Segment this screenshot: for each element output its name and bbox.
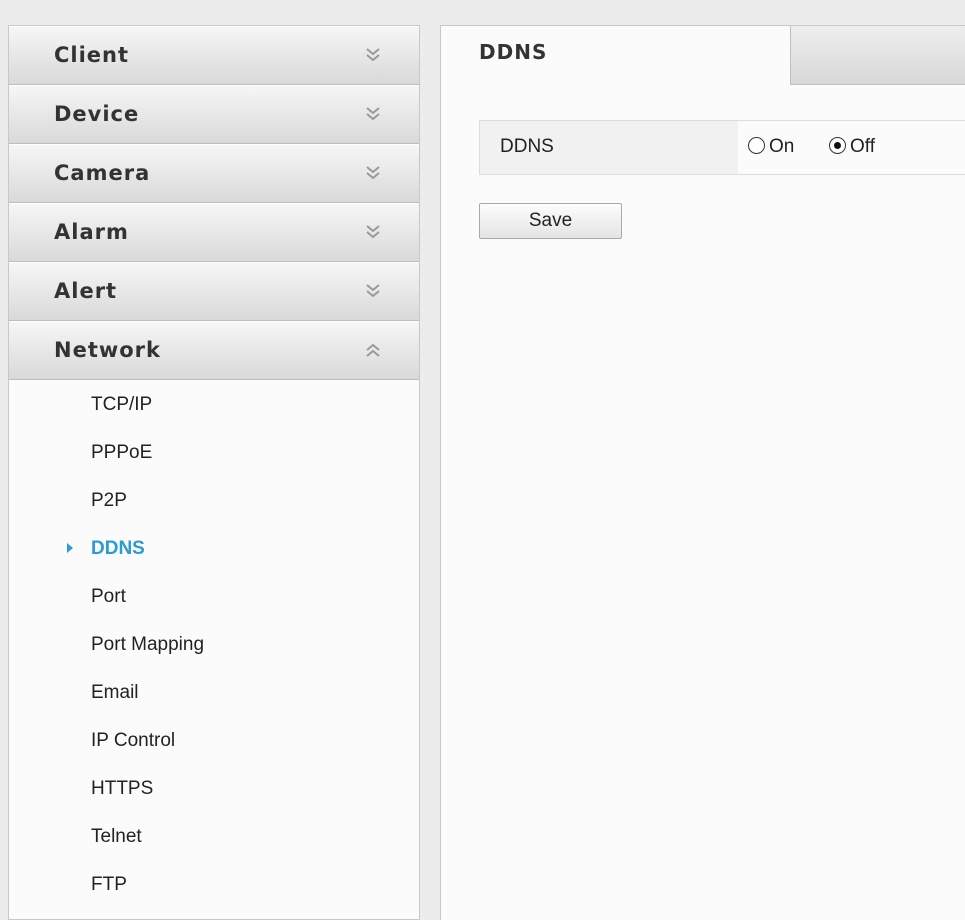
- radio-checked-icon: [829, 137, 846, 154]
- sidebar-item-label: P2P: [91, 490, 127, 511]
- sidebar-group-label: Device: [54, 102, 140, 126]
- chevron-double-down-icon: [366, 48, 380, 62]
- sidebar-item-label: TCP/IP: [91, 394, 153, 415]
- sidebar-item-label: IP Control: [91, 730, 176, 751]
- chevron-double-up-icon: [366, 343, 380, 357]
- chevron-double-down-icon: [366, 166, 380, 180]
- field-label-cell: DDNS: [480, 121, 738, 174]
- sidebar-item-https[interactable]: HTTPS: [9, 764, 419, 812]
- radio-label: On: [769, 136, 795, 157]
- ddns-field-label: DDNS: [500, 136, 554, 157]
- chevron-double-down-icon: [366, 225, 380, 239]
- sidebar-item-pppoe[interactable]: PPPoE: [9, 428, 419, 476]
- ddns-field-row: DDNS On Off: [479, 120, 965, 175]
- sidebar-item-label: PPPoE: [91, 442, 153, 463]
- sidebar-group-alert[interactable]: Alert: [9, 262, 419, 321]
- sidebar: Client Device Camera Alarm Alert Network…: [8, 25, 420, 920]
- radio-unchecked-icon: [748, 137, 765, 154]
- tab-ddns[interactable]: DDNS: [441, 26, 791, 85]
- sidebar-item-label: Port: [91, 586, 126, 607]
- chevron-double-down-icon: [366, 107, 380, 121]
- triangle-right-icon: [67, 543, 73, 553]
- sidebar-group-label: Camera: [54, 161, 151, 185]
- sidebar-item-ip-control[interactable]: IP Control: [9, 716, 419, 764]
- sidebar-group-device[interactable]: Device: [9, 85, 419, 144]
- sidebar-group-client[interactable]: Client: [9, 26, 419, 85]
- sidebar-group-label: Alarm: [54, 220, 129, 244]
- save-button[interactable]: Save: [479, 203, 622, 239]
- sidebar-item-port-mapping[interactable]: Port Mapping: [9, 620, 419, 668]
- sidebar-item-label: Port Mapping: [91, 634, 205, 655]
- sidebar-item-label: Telnet: [91, 826, 142, 847]
- sidebar-item-ddns[interactable]: DDNS: [9, 524, 419, 572]
- sidebar-group-network[interactable]: Network: [9, 321, 419, 380]
- sidebar-item-p2p[interactable]: P2P: [9, 476, 419, 524]
- main-panel: DDNS DDNS On Off Save: [440, 25, 965, 920]
- tab-label: DDNS: [479, 40, 548, 64]
- sidebar-item-tcp-ip[interactable]: TCP/IP: [9, 380, 419, 428]
- sidebar-group-label: Network: [54, 338, 162, 362]
- chevron-double-down-icon: [366, 284, 380, 298]
- sidebar-item-ftp[interactable]: FTP: [9, 860, 419, 908]
- sidebar-group-label: Alert: [54, 279, 118, 303]
- sidebar-item-label: Email: [91, 682, 139, 703]
- sidebar-group-camera[interactable]: Camera: [9, 144, 419, 203]
- sidebar-item-telnet[interactable]: Telnet: [9, 812, 419, 860]
- sidebar-group-label: Client: [54, 43, 130, 67]
- sidebar-group-alarm[interactable]: Alarm: [9, 203, 419, 262]
- radio-dot: [834, 142, 841, 149]
- sidebar-item-port[interactable]: Port: [9, 572, 419, 620]
- sidebar-item-label: HTTPS: [91, 778, 154, 799]
- sidebar-item-label: FTP: [91, 874, 127, 895]
- sidebar-item-email[interactable]: Email: [9, 668, 419, 716]
- sidebar-item-label: DDNS: [91, 538, 145, 559]
- radio-label: Off: [850, 136, 875, 157]
